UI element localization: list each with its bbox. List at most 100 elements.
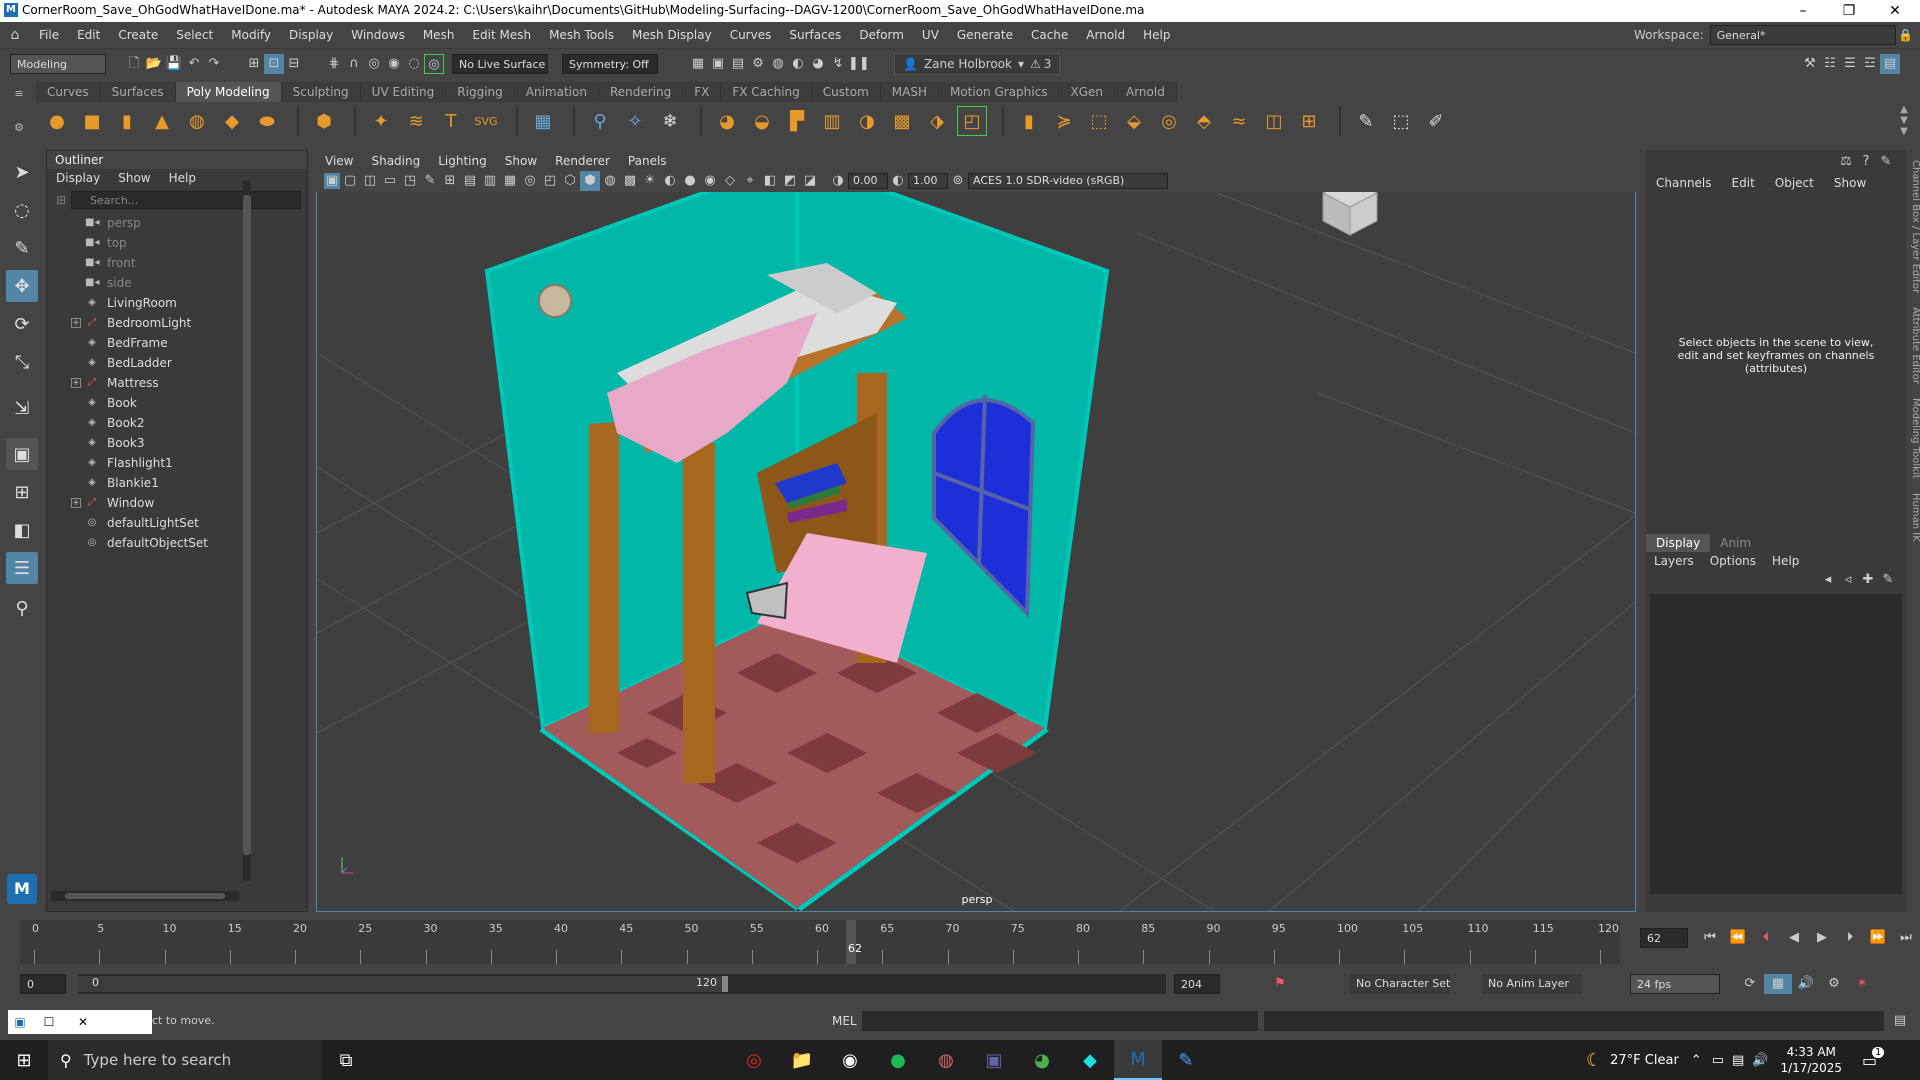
lock-icon[interactable]: 🔒 [1896,28,1916,42]
outliner-item[interactable]: ◈ LivingRoom [47,293,307,313]
move-tool-icon[interactable]: ✥ [6,270,38,302]
notification-icon[interactable]: ▭ 1 [1862,1046,1885,1070]
task-view-icon[interactable]: ⧉ [322,1040,370,1080]
wireframe-icon[interactable]: ⬡ [560,171,580,191]
safe-action-icon[interactable]: ◰ [540,171,560,191]
poly-disc-icon[interactable]: ⬬ [252,106,282,136]
opera-icon[interactable]: ◎ [730,1040,778,1080]
outliner-menu-show[interactable]: Show [109,169,159,187]
viewport-menu-show[interactable]: Show [496,152,546,170]
outliner-item[interactable]: ◎ defaultLightSet [47,513,307,533]
taskbar-search[interactable]: ⚲ Type here to search [48,1040,322,1080]
layer-list[interactable] [1650,594,1902,894]
slide-edge-icon[interactable]: ◫ [1259,106,1289,136]
sweep-mesh-icon[interactable]: ≋ [401,106,431,136]
modeling-toolkit-icon[interactable]: ⚒ [1800,54,1820,74]
render-frame-icon[interactable]: ▣ [708,54,728,74]
layer-menu-layers[interactable]: Layers [1646,552,1702,570]
go-to-start-icon[interactable]: ⏮ [1696,928,1724,948]
select-object-icon[interactable]: ⊡ [264,53,284,74]
shelf-tab-xgen[interactable]: XGen [1059,82,1115,102]
minimize-button[interactable]: – [1780,0,1826,22]
fill-hole-icon[interactable]: ▥ [817,106,847,136]
pause-icon[interactable]: ❚❚ [848,54,870,74]
move-layer-down-icon[interactable]: ◃ [1838,570,1858,590]
menu-set-dropdown[interactable]: Modeling [10,53,106,74]
mirror-icon[interactable]: ▮ [1014,106,1044,136]
outliner-item[interactable]: ■◂ persp [47,213,307,233]
user-account[interactable]: 👤 Zane Holbrook ▾ ⚠ 3 [894,52,1061,75]
menu-arnold[interactable]: Arnold [1077,22,1134,48]
last-tool-icon[interactable]: ⇲ [6,392,38,424]
expand-icon[interactable]: + [71,498,81,508]
start-time-field[interactable]: 0 [20,974,66,994]
smooth-shade-icon[interactable]: ⬢ [580,171,600,191]
render-view-icon[interactable]: ▦ [688,54,708,74]
viewport-menu-lighting[interactable]: Lighting [429,152,496,170]
workspace-dropdown[interactable]: General* [1709,25,1896,45]
close-icon[interactable]: ✕ [66,1015,100,1029]
attr-editor-icon[interactable]: ✎ [1876,152,1896,172]
menu-modify[interactable]: Modify [222,22,280,48]
mel-input[interactable] [862,1011,1258,1031]
maximize-button[interactable]: ❐ [1826,0,1872,22]
viewport-menu-panels[interactable]: Panels [619,152,676,170]
outliner-item[interactable]: + ⤢ Mattress [47,373,307,393]
menu-deform[interactable]: Deform [850,22,913,48]
select-component-icon[interactable]: ⊟ [284,54,304,74]
outliner-item[interactable]: ◈ Book [47,393,307,413]
extrude-icon[interactable]: ◕ [712,106,742,136]
poly-cylinder-icon[interactable]: ▮ [112,106,142,136]
shelf-tab-arnold[interactable]: Arnold [1114,82,1177,102]
end-time-field[interactable]: 204 [1174,974,1220,994]
gamma-field[interactable]: 1.00 [908,173,948,189]
fps-dropdown[interactable]: 24 fps [1630,974,1720,994]
merge-icon[interactable]: ◑ [852,106,882,136]
windows-start-icon[interactable]: ⊞ [0,1040,48,1080]
current-frame-field[interactable]: 62 [1640,928,1688,948]
shelf-tab-poly-modeling[interactable]: Poly Modeling [175,82,282,102]
open-scene-icon[interactable]: 📂 [144,54,164,74]
range-bar[interactable]: 0 120 [78,974,1166,994]
arnold-render-icon[interactable]: ◕ [808,54,828,74]
discord-icon[interactable]: ◍ [922,1040,970,1080]
xray-components-icon[interactable]: ◪ [800,171,820,191]
audio-icon[interactable]: 🔊 [1792,974,1820,994]
channel-menu-channels[interactable]: Channels [1646,172,1722,194]
perspective-viewport[interactable]: persp [316,152,1636,912]
restore-icon[interactable]: ☐ [32,1015,66,1029]
xray-joints-icon[interactable]: ◩ [780,171,800,191]
arnold-ipr-icon[interactable]: ↯ [828,54,848,74]
uv-auto-icon[interactable]: ✐ [1421,106,1451,136]
menu-help[interactable]: Help [1134,22,1179,48]
menu-edit-mesh[interactable]: Edit Mesh [463,22,540,48]
poly-plane-icon[interactable]: ◆ [217,106,247,136]
shelf-settings-icon[interactable]: ⚙ [12,120,26,134]
outliner-menu-display[interactable]: Display [47,169,109,187]
shelf-tab-surfaces[interactable]: Surfaces [100,82,176,102]
channel-box-icon[interactable]: ⚖ [1836,152,1856,172]
menu-mesh-tools[interactable]: Mesh Tools [540,22,623,48]
shelf-tab-animation[interactable]: Animation [514,82,599,102]
uv-editor-icon[interactable]: ✎ [1351,106,1381,136]
auto-key-icon[interactable]: ⚑ [1270,974,1290,994]
spotify-icon[interactable]: ● [874,1040,922,1080]
append-polygon-icon[interactable]: ≽ [1049,106,1079,136]
four-view-layout-icon[interactable]: ⊞ [6,476,38,508]
outliner-item[interactable]: ■◂ front [47,253,307,273]
go-to-end-icon[interactable]: ⏭ [1892,928,1920,948]
select-hierarchy-icon[interactable]: ⊞ [244,54,264,74]
teams-icon[interactable]: ▣ [970,1040,1018,1080]
quad-draw-icon[interactable]: ◰ [957,106,987,136]
shelf-tab-curves[interactable]: Curves [36,82,101,102]
step-forward-key-icon[interactable]: ⏩ [1864,928,1892,948]
menu-select[interactable]: Select [167,22,222,48]
two-d-pan-icon[interactable]: ◳ [400,171,420,191]
shelf-menu-icon[interactable]: ≡ [12,86,26,100]
close-button[interactable]: ✕ [1872,0,1918,22]
menu-file[interactable]: File [30,22,68,48]
image-plane-icon[interactable]: ▭ [380,171,400,191]
exposure-icon[interactable]: ◑ [828,171,848,191]
grease-pencil-icon[interactable]: ✎ [420,171,440,191]
display-icon[interactable]: ▤ [1732,1053,1744,1068]
